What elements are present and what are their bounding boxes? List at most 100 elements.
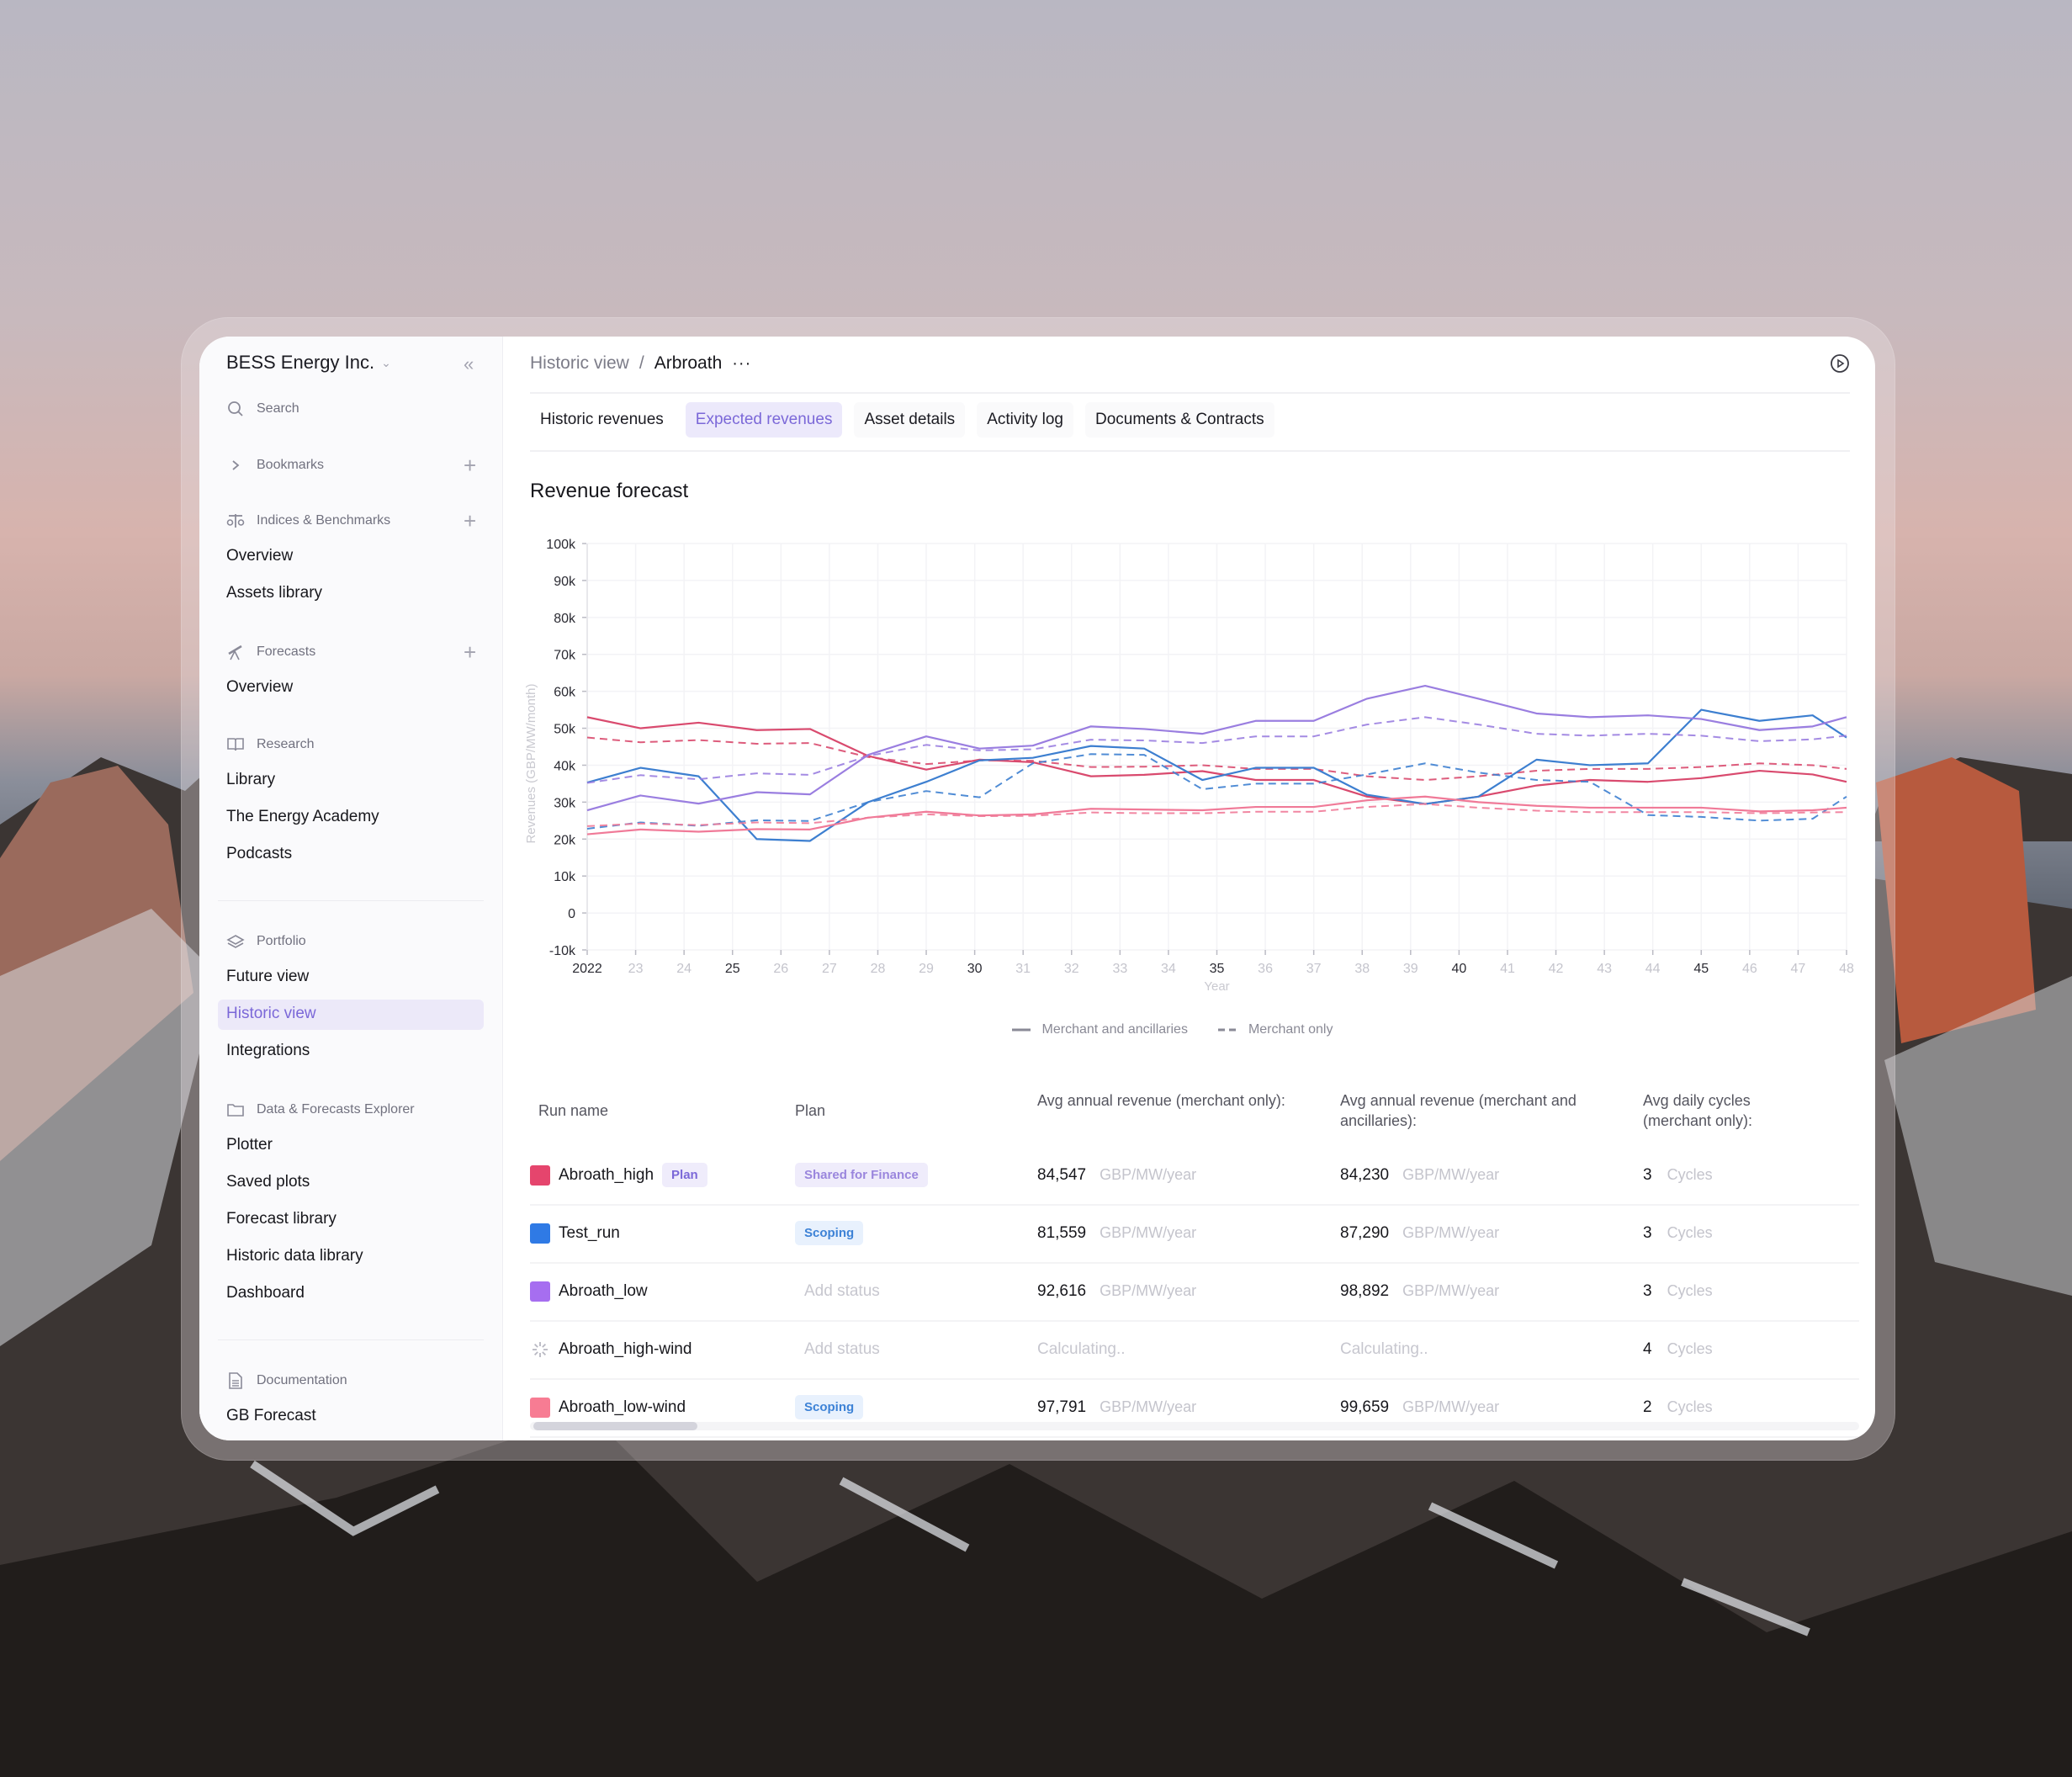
x-tick-label: 32 <box>1064 962 1079 976</box>
sidebar-item-historic-data-library[interactable]: Historic data library <box>226 1247 363 1265</box>
run-name[interactable]: Abroath_low-wind <box>559 1398 686 1417</box>
run-name[interactable]: Abroath_low <box>559 1282 648 1301</box>
sidebar-divider <box>218 900 484 901</box>
add-status-button[interactable]: Add status <box>795 1340 880 1359</box>
x-tick-label: 46 <box>1742 962 1757 976</box>
solid-line-icon <box>1011 1028 1031 1032</box>
rev-merchant-cell: Calculating.. <box>1037 1320 1126 1378</box>
sidebar-item-future-view[interactable]: Future view <box>226 968 309 986</box>
x-tick-label: 2022 <box>572 962 602 976</box>
plan-status-badge[interactable]: Shared for Finance <box>795 1163 928 1187</box>
table-row[interactable]: Abroath_high Plan Shared for Finance 84,547… <box>530 1146 1859 1206</box>
rev-merchant-cell: 81,559 GBP/MW/year <box>1037 1204 1196 1262</box>
add-status-button[interactable]: Add status <box>795 1282 880 1301</box>
sidebar-item-forecast-library[interactable]: Forecast library <box>226 1210 337 1228</box>
x-tick-label: 48 <box>1839 962 1854 976</box>
run-color-swatch[interactable] <box>530 1397 550 1418</box>
sidebar-item-label: Integrations <box>226 1042 310 1059</box>
sidebar-item-indices-overview[interactable]: Overview <box>226 547 293 565</box>
sidebar-item-label: Dashboard <box>226 1284 305 1302</box>
sidebar-item-assets-library[interactable]: Assets library <box>226 584 322 602</box>
sidebar-item-plotter[interactable]: Plotter <box>226 1136 273 1154</box>
table-row[interactable]: Abroath_low Add status 92,616 GBP/MW/year 98… <box>530 1262 1859 1322</box>
run-name-cell: Abroath_high-wind <box>530 1320 692 1378</box>
legend-label: Merchant and ancillaries <box>1041 1022 1188 1037</box>
add-index-icon[interactable]: + <box>464 510 476 532</box>
revenue-unit: GBP/MW/year <box>1402 1398 1500 1415</box>
sidebar-item-integrations[interactable]: Integrations <box>226 1042 310 1060</box>
sidebar-item-podcasts[interactable]: Podcasts <box>226 845 292 863</box>
sidebar-item-energy-academy[interactable]: The Energy Academy <box>226 808 379 826</box>
x-tick-label: 41 <box>1500 962 1515 976</box>
column-header-cycles[interactable]: Avg daily cycles (merchant only): <box>1643 1090 1811 1131</box>
column-header-plan[interactable]: Plan <box>795 1101 825 1121</box>
sidebar-item-label: The Energy Academy <box>226 808 379 825</box>
cycles-value: 2 <box>1643 1398 1652 1416</box>
cycles-value: 3 <box>1643 1223 1652 1242</box>
horizontal-scrollbar-thumb[interactable] <box>533 1422 697 1430</box>
y-tick-label: 90k <box>554 575 576 589</box>
run-name[interactable]: Abroath_high-wind <box>559 1340 692 1359</box>
plan-cell[interactable]: Add status <box>795 1320 880 1378</box>
add-bookmark-icon[interactable]: + <box>464 454 476 476</box>
y-axis-label: Revenues (GBP/MW/month) <box>524 683 538 843</box>
sidebar-item-historic-view[interactable]: Historic view <box>226 1005 316 1023</box>
plan-status-badge[interactable]: Scoping <box>795 1395 864 1419</box>
sidebar-section-documentation: Documentation <box>226 1371 347 1390</box>
org-switcher[interactable]: BESS Energy Inc. ⌄ <box>226 352 391 374</box>
table-row[interactable]: Test_run Scoping 81,559 GBP/MW/year 87,290 GB… <box>530 1204 1859 1264</box>
plan-cell[interactable]: Scoping <box>795 1204 864 1262</box>
sidebar-item-gb-forecast[interactable]: GB Forecast <box>226 1407 316 1425</box>
app-window: BESS Energy Inc. ⌄ « Search Bookmarks + … <box>199 337 1875 1440</box>
revenue-forecast-chart: 100k 90k 80k 70k 60k 50k 40k 30k 20k 10k 0 -10k 2022… <box>524 538 1854 994</box>
sidebar-item-forecasts-overview[interactable]: Overview <box>226 678 293 697</box>
section-title: Portfolio <box>257 934 306 948</box>
chart-grid <box>586 543 1847 951</box>
y-tick-label: -10k <box>549 944 576 958</box>
y-tick-label: 30k <box>554 796 576 810</box>
add-forecast-icon[interactable]: + <box>464 641 476 663</box>
sidebar-section-bookmarks[interactable]: Bookmarks <box>226 456 324 475</box>
collapse-sidebar-icon[interactable]: « <box>464 353 474 375</box>
y-tick-label: 10k <box>554 870 576 884</box>
sidebar-item-label: Assets library <box>226 584 323 602</box>
x-tick-label: 28 <box>871 962 886 976</box>
x-tick-label: 43 <box>1597 962 1612 976</box>
section-title: Research <box>257 737 315 751</box>
column-header-rev-merchant[interactable]: Avg annual revenue (merchant only): <box>1037 1090 1290 1111</box>
run-color-swatch[interactable] <box>530 1164 550 1186</box>
sidebar-item-label: Future view <box>226 968 310 985</box>
sidebar-item-saved-plots[interactable]: Saved plots <box>226 1173 310 1191</box>
cycles-value: 4 <box>1643 1339 1652 1358</box>
chart-axes: 100k 90k 80k 70k 60k 50k 40k 30k 20k 10k 0 -10k 2022… <box>546 538 1854 976</box>
run-name[interactable]: Abroath_high <box>559 1166 654 1185</box>
rev-ancillaries-cell: 87,290 GBP/MW/year <box>1340 1204 1499 1262</box>
revenue-unit: GBP/MW/year <box>1100 1224 1197 1241</box>
column-header-run-name[interactable]: Run name <box>538 1101 608 1121</box>
sidebar-search[interactable]: Search <box>226 400 299 418</box>
sidebar-item-label: Library <box>226 771 276 788</box>
run-name[interactable]: Test_run <box>559 1224 620 1243</box>
chevron-down-icon: ⌄ <box>381 355 391 369</box>
cycles-value: 3 <box>1643 1281 1652 1300</box>
plan-tag: Plan <box>662 1163 707 1187</box>
chart-legend: Merchant and ancillaries Merchant only <box>503 1022 1875 1037</box>
column-header-rev-ancillaries[interactable]: Avg annual revenue (merchant and ancilla… <box>1340 1090 1592 1131</box>
plan-status-badge[interactable]: Scoping <box>795 1221 864 1245</box>
legend-item-dashed[interactable]: Merchant only <box>1217 1022 1333 1037</box>
legend-item-solid[interactable]: Merchant and ancillaries <box>1011 1022 1188 1037</box>
y-tick-label: 40k <box>554 759 576 773</box>
run-name-cell: Test_run <box>530 1204 620 1262</box>
run-color-swatch[interactable] <box>530 1223 550 1244</box>
sidebar-item-dashboard[interactable]: Dashboard <box>226 1284 305 1302</box>
dashed-line-icon <box>1217 1028 1237 1032</box>
plan-cell[interactable]: Add status <box>795 1262 880 1320</box>
sidebar-item-label: Overview <box>226 678 294 696</box>
run-color-swatch[interactable] <box>530 1281 550 1302</box>
run-name-cell: Abroath_high Plan <box>530 1146 707 1204</box>
horizontal-scrollbar-track[interactable] <box>530 1422 1859 1430</box>
sidebar-section-explorer: Data & Forecasts Explorer <box>226 1101 415 1119</box>
sidebar-item-library[interactable]: Library <box>226 771 275 789</box>
table-row[interactable]: Abroath_high-wind Add status Calculating..… <box>530 1320 1859 1380</box>
plan-cell[interactable]: Shared for Finance <box>795 1146 928 1204</box>
